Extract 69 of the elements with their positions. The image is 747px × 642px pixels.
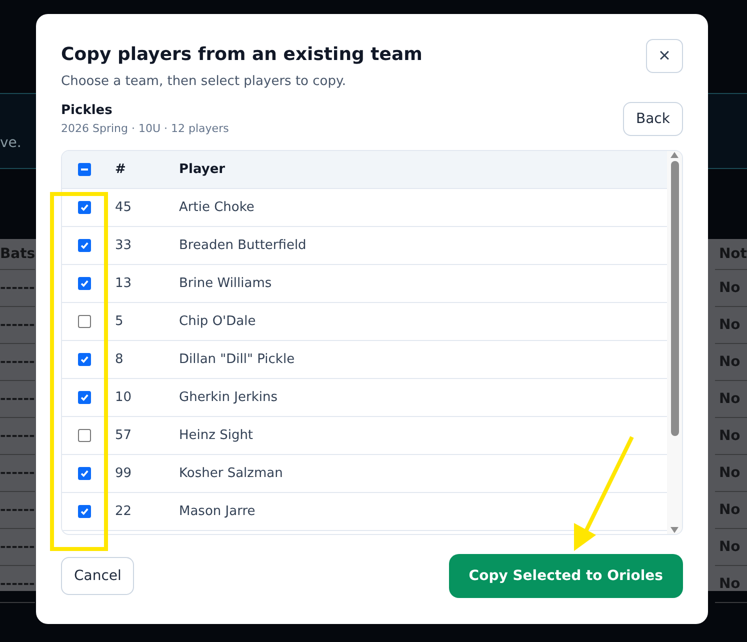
check-icon	[80, 469, 88, 478]
player-name: Mason Jarre	[178, 504, 256, 519]
checkbox[interactable]	[78, 163, 90, 176]
check-icon	[80, 393, 88, 402]
checkbox[interactable]	[78, 391, 90, 404]
jersey-number: 57	[114, 428, 133, 443]
check-icon	[80, 241, 88, 250]
table-cell: No	[714, 455, 747, 492]
scroll-down-icon[interactable]	[670, 526, 679, 534]
checkbox[interactable]	[78, 315, 90, 328]
jersey-number: 8	[114, 352, 124, 367]
table-cell: No	[714, 418, 747, 455]
table-cell: No	[714, 307, 747, 344]
jersey-number: 5	[114, 314, 124, 329]
checkbox[interactable]	[78, 277, 90, 290]
player-name: Gherkin Jerkins	[178, 390, 278, 405]
checkbox[interactable]	[78, 353, 90, 366]
checkbox[interactable]	[78, 239, 90, 252]
dialog-subtitle: Choose a team, then select players to copy.	[61, 74, 347, 89]
table-cell: ------	[0, 566, 36, 603]
scrollbar[interactable]	[667, 151, 682, 534]
table-cell: No	[714, 566, 747, 603]
jersey-number: 10	[114, 390, 133, 405]
player-name: Kosher Salzman	[178, 466, 284, 481]
copy-button[interactable]: Copy Selected to Orioles	[448, 554, 683, 598]
table-cell: No	[714, 344, 747, 381]
player-name: Dillan "Dill" Pickle	[178, 352, 296, 367]
table-cell: ------	[0, 381, 36, 418]
checkbox[interactable]	[78, 467, 90, 480]
jersey-number: 22	[114, 504, 133, 519]
check-icon	[80, 507, 88, 516]
table-cell: ------	[0, 270, 36, 307]
checkbox[interactable]	[78, 201, 90, 214]
check-icon	[80, 203, 88, 212]
table-cell: No	[714, 529, 747, 566]
checkbox[interactable]	[78, 505, 90, 518]
jersey-number: 45	[114, 200, 133, 215]
jersey-number: 33	[114, 238, 133, 253]
player-name: Heinz Sight	[178, 428, 254, 443]
banner-text: ve.	[0, 135, 22, 151]
team-name: Pickles	[61, 103, 114, 118]
table-cell: ------	[0, 455, 36, 492]
checkbox[interactable]	[78, 429, 90, 442]
table-cell: ------	[0, 307, 36, 344]
team-meta: 2026 Spring · 10U · 12 players	[61, 122, 229, 135]
cancel-button[interactable]: Cancel	[61, 557, 134, 595]
jersey-number: 99	[114, 466, 133, 481]
close-button[interactable]: ×	[646, 39, 683, 73]
table-cell: ------	[0, 529, 36, 566]
back-button[interactable]: Back	[623, 102, 683, 136]
check-icon	[80, 355, 88, 364]
table-cell: ------	[0, 344, 36, 381]
column-header: Not	[714, 239, 747, 270]
check-icon	[80, 279, 88, 288]
player-name: Artie Choke	[178, 200, 256, 215]
column-header: Player	[178, 162, 226, 177]
table-cell: ------	[0, 418, 36, 455]
dialog-title: Copy players from an existing team	[61, 44, 422, 65]
table-cell: No	[714, 492, 747, 529]
table-cell: No	[714, 270, 747, 307]
table-cell: No	[714, 381, 747, 418]
player-name: Breaden Butterfield	[178, 238, 308, 253]
player-name: Chip O'Dale	[178, 314, 257, 329]
scroll-up-icon[interactable]	[670, 151, 679, 159]
player-name: Brine Williams	[178, 276, 273, 291]
jersey-number: 13	[114, 276, 133, 291]
column-header: Bats	[0, 239, 36, 270]
table-cell: ------	[0, 492, 36, 529]
column-header: #	[114, 162, 127, 177]
